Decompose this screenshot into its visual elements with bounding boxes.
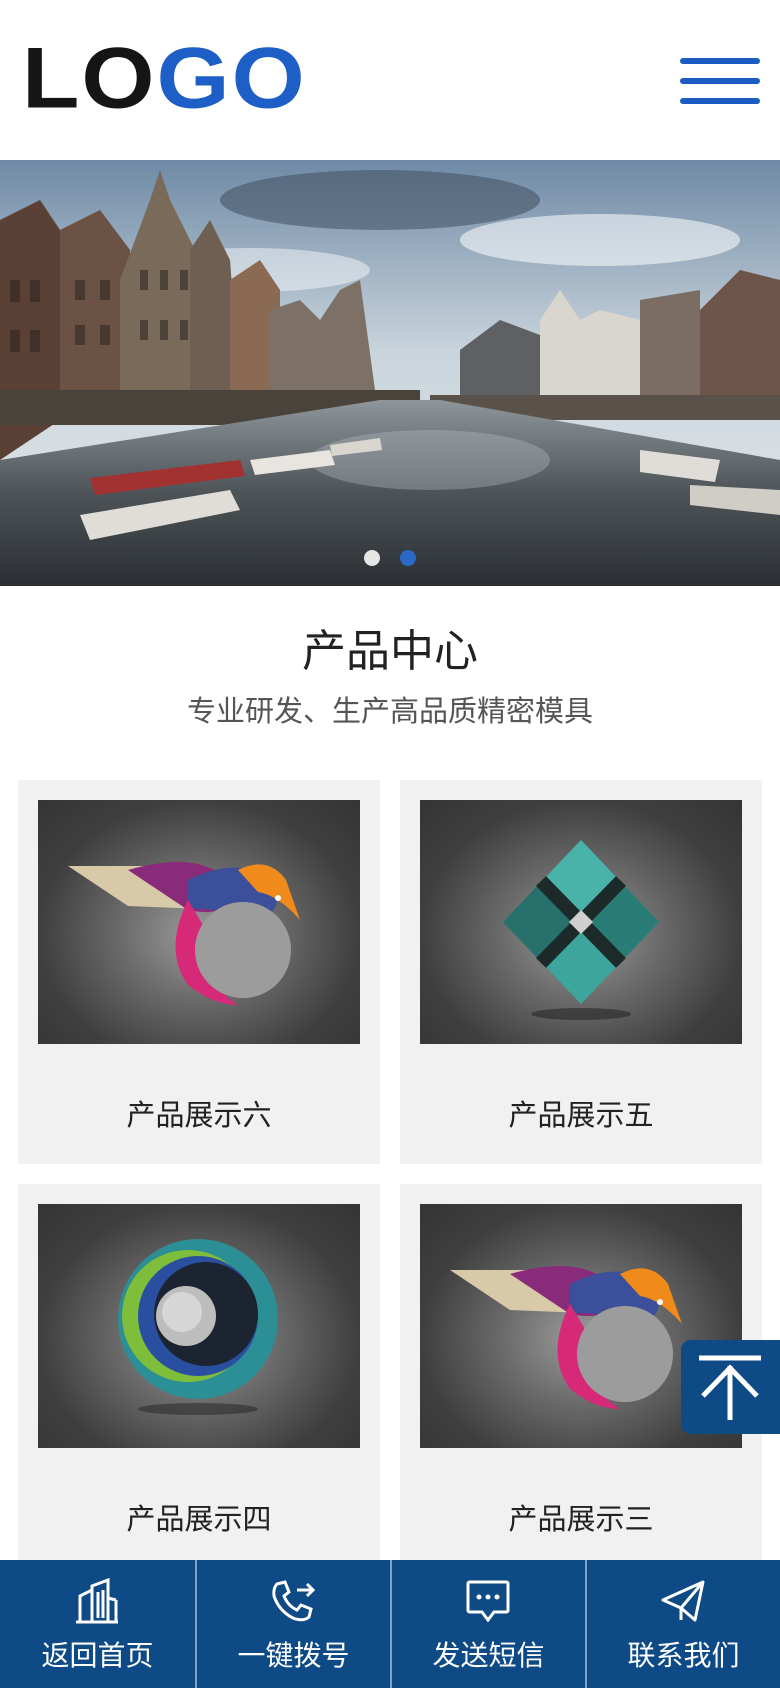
- nav-home-label: 返回首页: [41, 1639, 154, 1672]
- nav-sms-label: 发送短信: [432, 1639, 545, 1672]
- nav-contact[interactable]: 联系我们: [585, 1560, 780, 1688]
- logo-dark-text: LO: [22, 29, 157, 126]
- logo-accent-text: GO: [156, 29, 307, 126]
- product-label: 产品展示四: [126, 1502, 272, 1536]
- canal-city-photo: [0, 160, 780, 586]
- carousel-dots: [364, 550, 416, 566]
- back-to-top-button[interactable]: [681, 1340, 780, 1434]
- product-image: [38, 1204, 360, 1448]
- nav-call[interactable]: 一键拨号: [195, 1560, 390, 1688]
- site-header: LO GO: [0, 0, 780, 160]
- product-label: 产品展示三: [508, 1502, 654, 1536]
- diamond-logo-icon: [503, 840, 659, 1020]
- product-card[interactable]: 产品展示六: [18, 780, 380, 1164]
- nav-home[interactable]: 返回首页: [0, 1560, 195, 1688]
- product-card[interactable]: 产品展示四: [18, 1184, 380, 1568]
- product-image: [38, 800, 360, 1044]
- product-image: [420, 800, 742, 1044]
- hero-banner[interactable]: [0, 160, 780, 586]
- nav-call-label: 一键拨号: [237, 1639, 350, 1672]
- section-subtitle: 专业研发、生产高品质精密模具: [186, 694, 593, 728]
- phone-icon: [272, 1580, 316, 1622]
- carousel-dot-1[interactable]: [364, 550, 380, 566]
- product-label: 产品展示六: [126, 1098, 272, 1132]
- arrow-up-icon: [699, 1355, 761, 1420]
- product-label: 产品展示五: [508, 1098, 654, 1132]
- paper-plane-icon: [661, 1580, 705, 1622]
- building-icon: [76, 1578, 118, 1624]
- hamburger-menu-icon[interactable]: [680, 58, 760, 106]
- nav-sms[interactable]: 发送短信: [390, 1560, 585, 1688]
- site-logo[interactable]: LO GO: [22, 29, 307, 126]
- product-card[interactable]: 产品展示五: [400, 780, 762, 1164]
- carousel-dot-2[interactable]: [400, 550, 416, 566]
- message-icon: [466, 1580, 510, 1623]
- section-title: 产品中心: [302, 626, 478, 677]
- ring-logo-icon: [118, 1239, 278, 1415]
- nav-contact-label: 联系我们: [627, 1639, 740, 1672]
- bottom-nav: 返回首页 一键拨号 发送短信 联系我们: [0, 1560, 780, 1688]
- bird-logo-icon: [68, 862, 300, 1005]
